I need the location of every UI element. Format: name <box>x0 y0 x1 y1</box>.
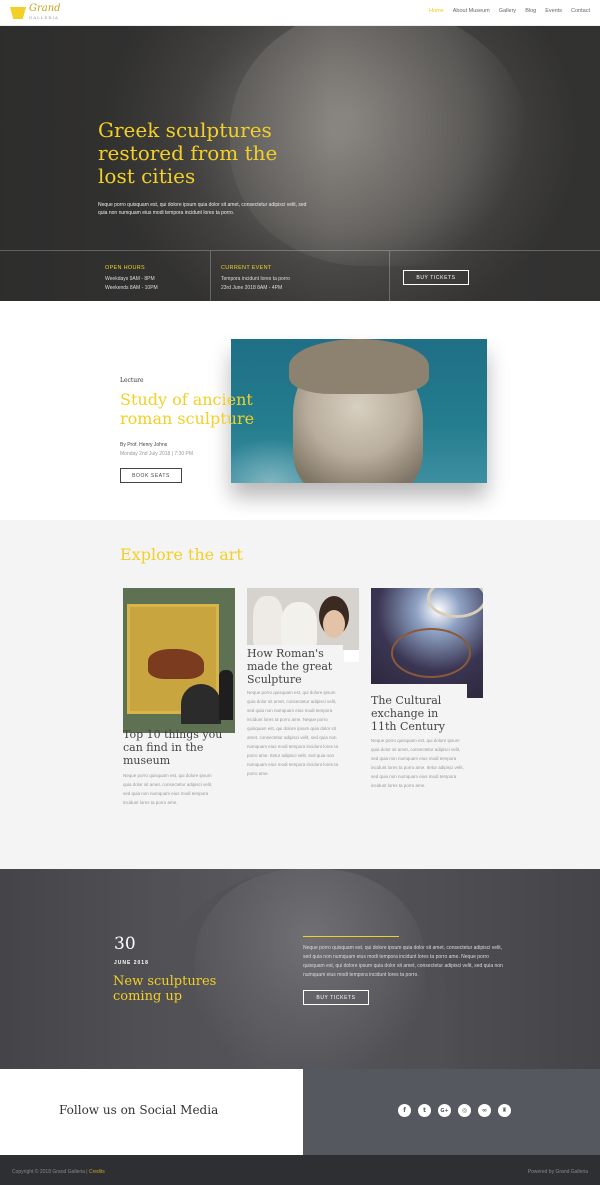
event-divider <box>303 936 399 937</box>
current-event-block: CURRENT EVENT Tempora incidunt lores ta … <box>211 251 390 301</box>
lecture-date: Monday 2nd July 2018 | 7:30 PM <box>120 451 194 457</box>
tripadvisor-icon[interactable]: ∞ <box>478 1104 491 1117</box>
menu-item-events[interactable]: Events <box>545 8 562 14</box>
logo-subtext: GALLERIA <box>29 15 59 20</box>
article-card[interactable]: Top 10 things you can find in the museum… <box>123 588 235 828</box>
upcoming-event-section <box>0 869 600 1069</box>
horse-painting-image <box>123 588 235 733</box>
article-title[interactable]: Top 10 things you can find in the museum <box>123 728 235 767</box>
event-title: New sculptures coming up <box>113 974 217 1004</box>
current-event-date: 23rd June 2018 8AM - 4PM <box>221 285 283 291</box>
hero-title: Greek sculptures restored from the lost … <box>98 118 278 188</box>
article-excerpt: Neque porro quisquam est, qui dolore ips… <box>123 773 213 805</box>
foursquare-icon[interactable]: ♜ <box>498 1104 511 1117</box>
lecture-author: By Prof. Henry Johns <box>120 442 168 448</box>
menu-item-contact[interactable]: Contact <box>571 8 590 14</box>
article-title[interactable]: How Roman's made the great Sculpture <box>247 645 343 686</box>
facebook-icon[interactable]: f <box>398 1104 411 1117</box>
open-hours-weekdays: Weekdays 9AM - 8PM <box>105 276 155 282</box>
event-buy-tickets-button[interactable]: BUY TICKETS <box>303 990 369 1005</box>
sculpture-gallery-image <box>247 588 359 650</box>
explore-section: Explore the art Top 10 things you can fi… <box>0 520 600 869</box>
instagram-icon[interactable]: ◎ <box>458 1104 471 1117</box>
dome-interior-image <box>371 588 483 698</box>
social-title: Follow us on Social Media <box>59 1103 219 1117</box>
site-logo[interactable]: Grand GALLERIA <box>10 4 61 22</box>
article-title[interactable]: The Cultural exchange in 11th Century <box>371 694 467 733</box>
book-seats-button[interactable]: BOOK SEATS <box>120 468 182 483</box>
lecture-label: Lecture <box>120 377 144 384</box>
hero-info-bar: OPEN HOURS Weekdays 9AM - 8PM Weekends 8… <box>0 250 600 301</box>
event-description: Neque porro quisquam est, qui dolore ips… <box>303 945 503 978</box>
menu-item-gallery[interactable]: Gallery <box>499 8 516 14</box>
lecture-title[interactable]: Study of ancient roman sculpture <box>120 390 270 428</box>
credits-link[interactable]: Credits <box>89 1169 105 1175</box>
social-icons: f t G+ ◎ ∞ ♜ <box>398 1104 511 1117</box>
current-event-title: CURRENT EVENT <box>221 265 272 271</box>
article-card[interactable]: The Cultural exchange in 11th Century Ne… <box>371 588 483 808</box>
explore-title: Explore the art <box>120 545 243 564</box>
twitter-icon[interactable]: t <box>418 1104 431 1117</box>
hero-description: Neque porro quisquam est, qui dolore ips… <box>98 202 307 216</box>
open-hours-weekends: Weekends 8AM - 10PM <box>105 285 158 291</box>
menu-item-home[interactable]: Home <box>429 8 444 14</box>
lecture-section: Lecture Study of ancient roman sculpture… <box>0 301 600 520</box>
footer-copyright: Copyright © 2018 Grand Galleria | Credit… <box>12 1169 105 1175</box>
main-menu: Home About Museum Gallery Blog Events Co… <box>429 8 590 14</box>
top-navigation: Grand GALLERIA Home About Museum Gallery… <box>0 0 600 26</box>
event-day: 30 <box>114 934 136 954</box>
menu-item-about-museum[interactable]: About Museum <box>453 8 490 14</box>
logo-diamond-icon <box>10 7 26 19</box>
open-hours-title: OPEN HOURS <box>105 265 145 271</box>
current-event-name: Tempora incidunt lores ta porro <box>221 276 290 282</box>
footer-powered-by: Powered by Grand Galleria <box>527 1169 588 1175</box>
google-plus-icon[interactable]: G+ <box>438 1104 451 1117</box>
open-hours-block: OPEN HOURS Weekdays 9AM - 8PM Weekends 8… <box>0 251 211 301</box>
hero-buy-tickets-button[interactable]: BUY TICKETS <box>403 270 469 285</box>
article-excerpt: Neque porro quisquam est, qui dolore ips… <box>371 738 464 788</box>
hero-section: OPEN HOURS Weekdays 9AM - 8PM Weekends 8… <box>0 26 600 301</box>
event-month: JUNE 2018 <box>114 960 149 966</box>
menu-item-blog[interactable]: Blog <box>525 8 536 14</box>
article-card[interactable]: How Roman's made the great Sculpture Neq… <box>247 588 359 798</box>
article-excerpt: Neque porro quisquam est, qui dolore ips… <box>247 690 339 776</box>
